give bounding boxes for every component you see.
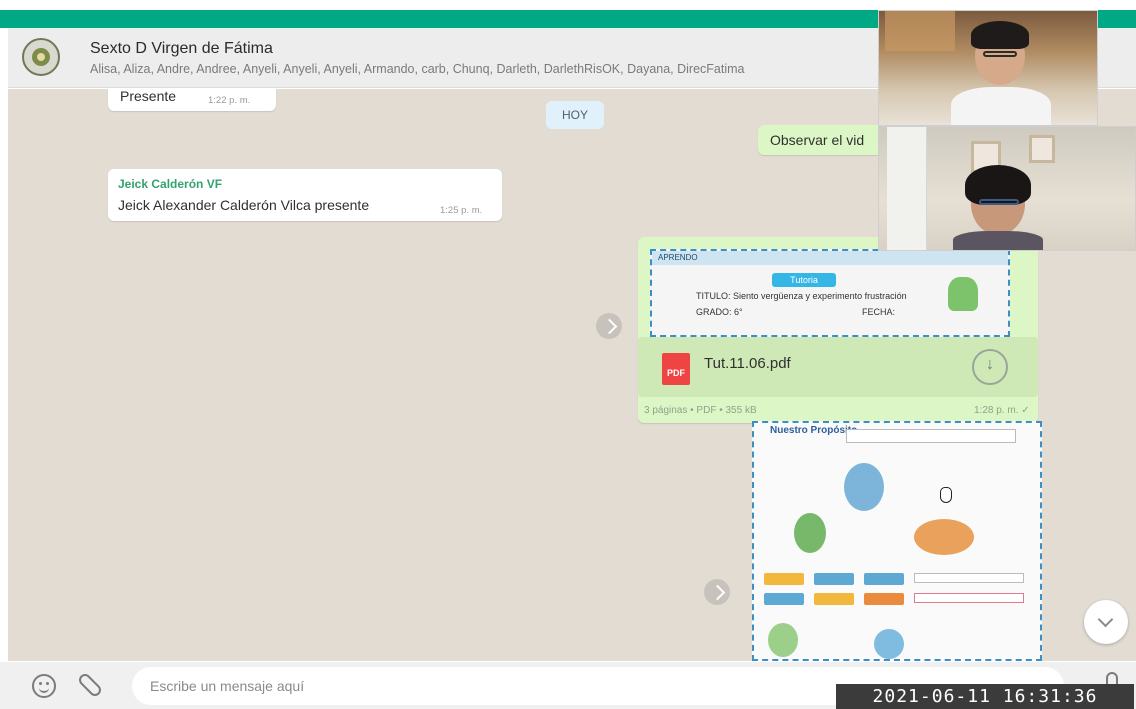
chat-title: Sexto D Virgen de Fátima (90, 40, 273, 57)
scroll-down-button[interactable] (1084, 600, 1128, 644)
document-preview[interactable]: APRENDO Tutoria TITULO: Siento vergüenza… (650, 249, 1010, 337)
answer-box (764, 573, 804, 585)
attach-icon[interactable] (76, 671, 104, 699)
glasses-icon (983, 51, 1017, 57)
date-chip: HOY (546, 101, 604, 129)
document-preview-chip: Tutoria (772, 273, 836, 287)
document-preview-grade: GRADO: 6° (696, 307, 743, 317)
file-time: 1:28 p. m. ✓ (974, 405, 1030, 416)
message-presente: Presente 1:22 p. m. (108, 89, 276, 111)
answer-box (764, 593, 804, 605)
answer-line (914, 593, 1024, 603)
answer-box (864, 573, 904, 585)
document-preview-date: FECHA: (862, 307, 896, 317)
glasses-icon (979, 199, 1019, 205)
emoji-icon[interactable] (32, 674, 56, 698)
document-message[interactable]: APRENDO Tutoria TITULO: Siento vergüenza… (638, 237, 1038, 423)
file-name: Tut.11.06.pdf (704, 355, 791, 372)
participant-body (953, 231, 1043, 250)
coat-hanging (887, 127, 927, 250)
page-preview-title: Nuestro Propósito (770, 425, 858, 436)
answer-box (864, 593, 904, 605)
file-meta: 3 páginas • PDF • 355 kB (644, 405, 757, 416)
document-preview-illustration (948, 277, 978, 311)
group-avatar[interactable] (22, 38, 60, 76)
forward-icon[interactable] (704, 579, 730, 605)
video-feed-participant-1 (878, 10, 1098, 126)
illustration-children (844, 463, 884, 511)
avatar-emblem-center (37, 53, 45, 61)
page-preview-box (846, 429, 1016, 443)
file-row[interactable]: PDF Tut.11.06.pdf (638, 337, 1038, 397)
pdf-icon: PDF (662, 353, 690, 385)
answer-line (914, 573, 1024, 583)
message-text: Presente (120, 89, 177, 104)
wall-painting (885, 11, 955, 51)
illustration-bottom-right (874, 629, 904, 659)
download-icon[interactable] (972, 349, 1008, 385)
message-jeick: Jeick Calderón VF Jeick Alexander Calder… (108, 169, 502, 221)
illustration-group (914, 519, 974, 555)
illustration-child (794, 513, 826, 553)
video-feed-participant-2 (878, 126, 1136, 251)
message-input-placeholder: Escribe un mensaje aquí (150, 678, 305, 694)
document-page-preview[interactable]: Nuestro Propósito (752, 421, 1042, 661)
wall-frame (1029, 135, 1055, 163)
document-preview-header: APRENDO (652, 251, 1008, 265)
chat-members: Alisa, Aliza, Andre, Andree, Anyeli, Any… (90, 62, 745, 76)
illustration-bottom-left (768, 623, 798, 657)
sender-name[interactable]: Jeick Calderón VF (118, 177, 222, 191)
document-preview-title: TITULO: Siento vergüenza y experimento f… (696, 291, 907, 301)
participant-body (951, 87, 1051, 125)
participant-hair (971, 21, 1029, 49)
message-text: Observar el vid (770, 132, 865, 148)
hand-cursor-icon (940, 487, 952, 503)
message-time: 1:25 p. m. (440, 205, 483, 216)
message-time: 1:22 p. m. (208, 95, 251, 106)
message-text: Jeick Alexander Calderón Vilca presente (118, 197, 370, 213)
message-observar: Observar el vid (758, 125, 898, 155)
answer-box (814, 573, 854, 585)
forward-icon[interactable] (596, 313, 622, 339)
answer-box (814, 593, 854, 605)
recording-timestamp: 2021-06-11 16:31:36 (836, 684, 1134, 709)
